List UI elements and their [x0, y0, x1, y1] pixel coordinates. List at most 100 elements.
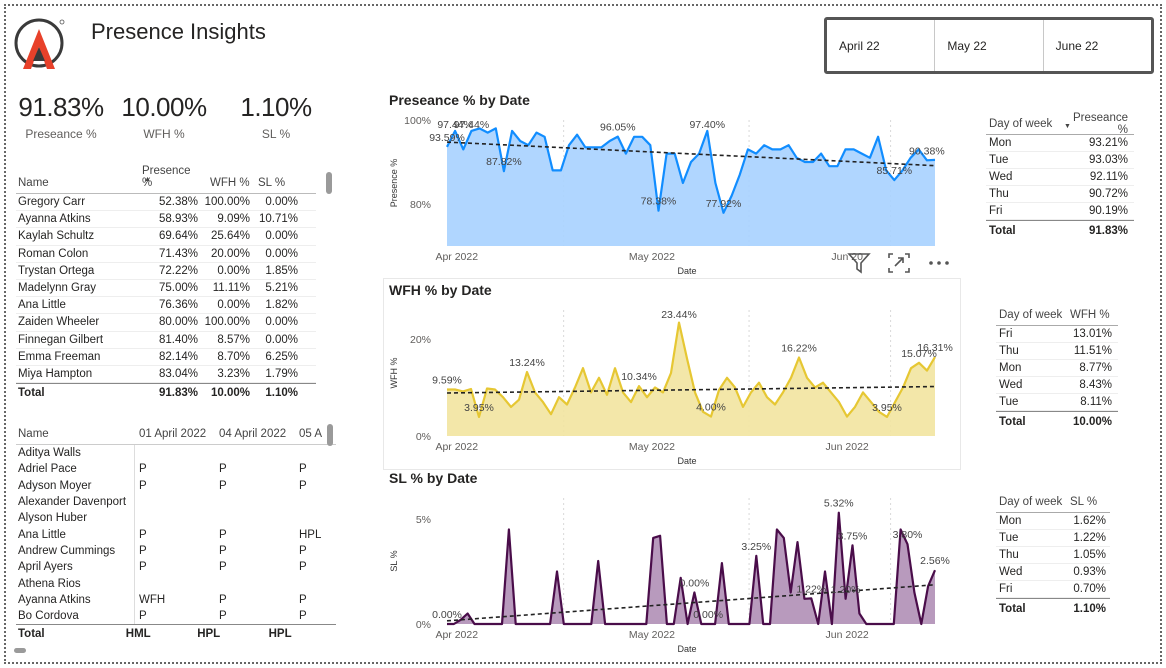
table-row[interactable]: Finnegan Gilbert 81.40% 8.57% 0.00%	[16, 332, 316, 349]
cell-name: Alyson Huber	[16, 510, 135, 527]
col-date[interactable]: 05 A	[295, 428, 325, 440]
table-row[interactable]: Wed 92.11%	[986, 169, 1134, 186]
people-table-scrollbar[interactable]	[326, 172, 332, 194]
people-table: Name Presence % ▲ WFH % SL % Gregory Car…	[16, 165, 316, 401]
table-row[interactable]: Kaylah Schultz 69.64% 25.64% 0.00%	[16, 228, 316, 246]
data-label: 0.00%	[693, 609, 723, 621]
cell-status: P	[299, 561, 307, 574]
table-row[interactable]: Trystan Ortega 72.22% 0.00% 1.85%	[16, 263, 316, 280]
table-row[interactable]: Wed 8.43%	[996, 377, 1118, 394]
col-name[interactable]: Name	[16, 424, 135, 444]
table-header: Name Presence % ▲ WFH % SL %	[16, 165, 316, 194]
table-row[interactable]: Mon 1.62%	[996, 513, 1110, 530]
table-row[interactable]: Emma Freeman 82.14% 8.70% 6.25%	[16, 349, 316, 366]
page-title: Presence Insights	[91, 19, 266, 44]
attendance-table-scrollbar[interactable]	[327, 424, 333, 446]
data-label: 90.38%	[909, 145, 945, 157]
x-tick-label: May 2022	[629, 251, 675, 263]
cell-sl: 0.00%	[265, 247, 298, 260]
table-row[interactable]: Thu 11.51%	[996, 343, 1118, 360]
slicer-item-april[interactable]: April 22	[827, 20, 936, 71]
filter-icon[interactable]	[846, 250, 872, 276]
data-label: 2.56%	[920, 555, 950, 567]
table-row[interactable]: Thu 90.72%	[986, 186, 1134, 203]
table-row[interactable]: Athena Rios	[16, 575, 336, 592]
cell-day: Wed	[999, 379, 1023, 391]
col-wfh[interactable]: WFH %	[202, 177, 254, 189]
focus-mode-icon[interactable]	[886, 250, 912, 276]
table-row[interactable]: Ayanna Atkins 58.93% 9.09% 10.71%	[16, 211, 316, 229]
table-row[interactable]: Mon 93.21%	[986, 135, 1134, 152]
col-presence[interactable]: Presence % ▲	[136, 165, 202, 189]
table-total-row: Total 91.83% 10.00% 1.10%	[16, 383, 316, 401]
cell-day: Tue	[999, 396, 1019, 408]
cell-presence: 80.00%	[158, 316, 198, 329]
col-date[interactable]: 04 April 2022	[215, 428, 295, 440]
attendance-table-hscrollbar[interactable]	[14, 648, 26, 653]
col-day[interactable]: Day of week	[996, 309, 1070, 321]
data-label: 3.95%	[464, 402, 494, 414]
table-row[interactable]: Fri 0.70%	[996, 581, 1110, 598]
table-row[interactable]: Tue 8.11%	[996, 394, 1118, 411]
col-name[interactable]: Name	[16, 177, 136, 189]
table-row[interactable]: Ana Little 76.36% 0.00% 1.82%	[16, 297, 316, 315]
data-label: 4.00%	[696, 402, 726, 414]
cell-day: Tue	[999, 532, 1019, 544]
cell-status: P	[299, 593, 307, 606]
cell-name: Bo Cordova	[16, 607, 135, 625]
col-value[interactable]: Preseance % ▼	[1060, 112, 1130, 136]
table-row[interactable]: Thu 1.05%	[996, 547, 1110, 564]
table-row[interactable]: Adriel Pace P P P	[16, 461, 336, 478]
table-row[interactable]: Zaiden Wheeler 80.00% 100.00% 0.00%	[16, 314, 316, 332]
table-row[interactable]: Tue 1.22%	[996, 530, 1110, 547]
col-sl[interactable]: SL %	[254, 177, 302, 189]
cell-wfh: 3.23%	[217, 367, 250, 380]
more-options-icon[interactable]	[926, 250, 952, 276]
table-row[interactable]: April Ayers P P P	[16, 559, 336, 576]
col-value[interactable]: SL %	[1070, 496, 1108, 508]
total-sl: 1.10%	[265, 386, 298, 399]
month-slicer[interactable]: April 22 May 22 June 22	[824, 17, 1154, 74]
col-date[interactable]: 01 April 2022	[135, 428, 215, 440]
table-body: Gregory Carr 52.38% 100.00% 0.00% Ayanna Atk…	[16, 194, 316, 384]
table-row[interactable]: Adyson Moyer P P P	[16, 477, 336, 494]
table-row[interactable]: Bo Cordova P P P	[16, 607, 336, 625]
col-value[interactable]: WFH %	[1070, 309, 1114, 321]
cell-presence: 52.38%	[158, 196, 198, 209]
table-row[interactable]: Tue 93.03%	[986, 152, 1134, 169]
col-day[interactable]: Day of week	[986, 118, 1060, 130]
total-value: 91.83%	[1088, 224, 1128, 237]
table-row[interactable]: Alexander Davenport	[16, 493, 336, 511]
table-row[interactable]: Roman Colon 71.43% 20.00% 0.00%	[16, 246, 316, 263]
table-row[interactable]: Andrew Cummings P P P	[16, 542, 336, 560]
table-row[interactable]: Fri 90.19%	[986, 203, 1134, 220]
total-cell: HML	[125, 627, 151, 640]
cell-status: P	[219, 479, 227, 492]
table-row[interactable]: Madelynn Gray 75.00% 11.11% 5.21%	[16, 280, 316, 298]
table-row[interactable]: Gregory Carr 52.38% 100.00% 0.00%	[16, 194, 316, 212]
slicer-item-june[interactable]: June 22	[1044, 20, 1151, 71]
table-row[interactable]: Mon 8.77%	[996, 360, 1118, 377]
cell-status: P	[299, 610, 307, 623]
table-row[interactable]: Aditya Walls	[16, 445, 336, 462]
table-row[interactable]: Alyson Huber	[16, 510, 336, 527]
table-row[interactable]: Ayanna Atkins WFH P P	[16, 591, 336, 608]
col-day[interactable]: Day of week	[996, 496, 1070, 508]
table-row[interactable]: Wed 0.93%	[996, 564, 1110, 581]
cell-status: HPL	[299, 528, 322, 541]
table-body: Fri 13.01% Thu 11.51% Mon 8.77% Wed 8.43% Tue 8.1…	[996, 326, 1118, 411]
data-label: 16.31%	[917, 342, 953, 354]
table-row[interactable]: Ana Little P P HPL	[16, 526, 336, 543]
cell-name: Ayanna Atkins	[16, 591, 135, 608]
data-label: 77.92%	[706, 198, 742, 210]
slicer-item-may[interactable]: May 22	[935, 20, 1044, 71]
wfh-chart-title: WFH % by Date	[389, 282, 492, 298]
data-label: 0.00%	[432, 609, 462, 621]
table-row[interactable]: Miya Hampton 83.04% 3.23% 1.79%	[16, 366, 316, 384]
total-value: 1.10%	[1073, 602, 1106, 615]
data-label: 16.22%	[781, 342, 817, 354]
cell-name: Zaiden Wheeler	[18, 316, 100, 329]
cell-sl: 6.25%	[265, 350, 298, 363]
table-row[interactable]: Fri 13.01%	[996, 326, 1118, 343]
cell-name: Adriel Pace	[16, 461, 135, 478]
